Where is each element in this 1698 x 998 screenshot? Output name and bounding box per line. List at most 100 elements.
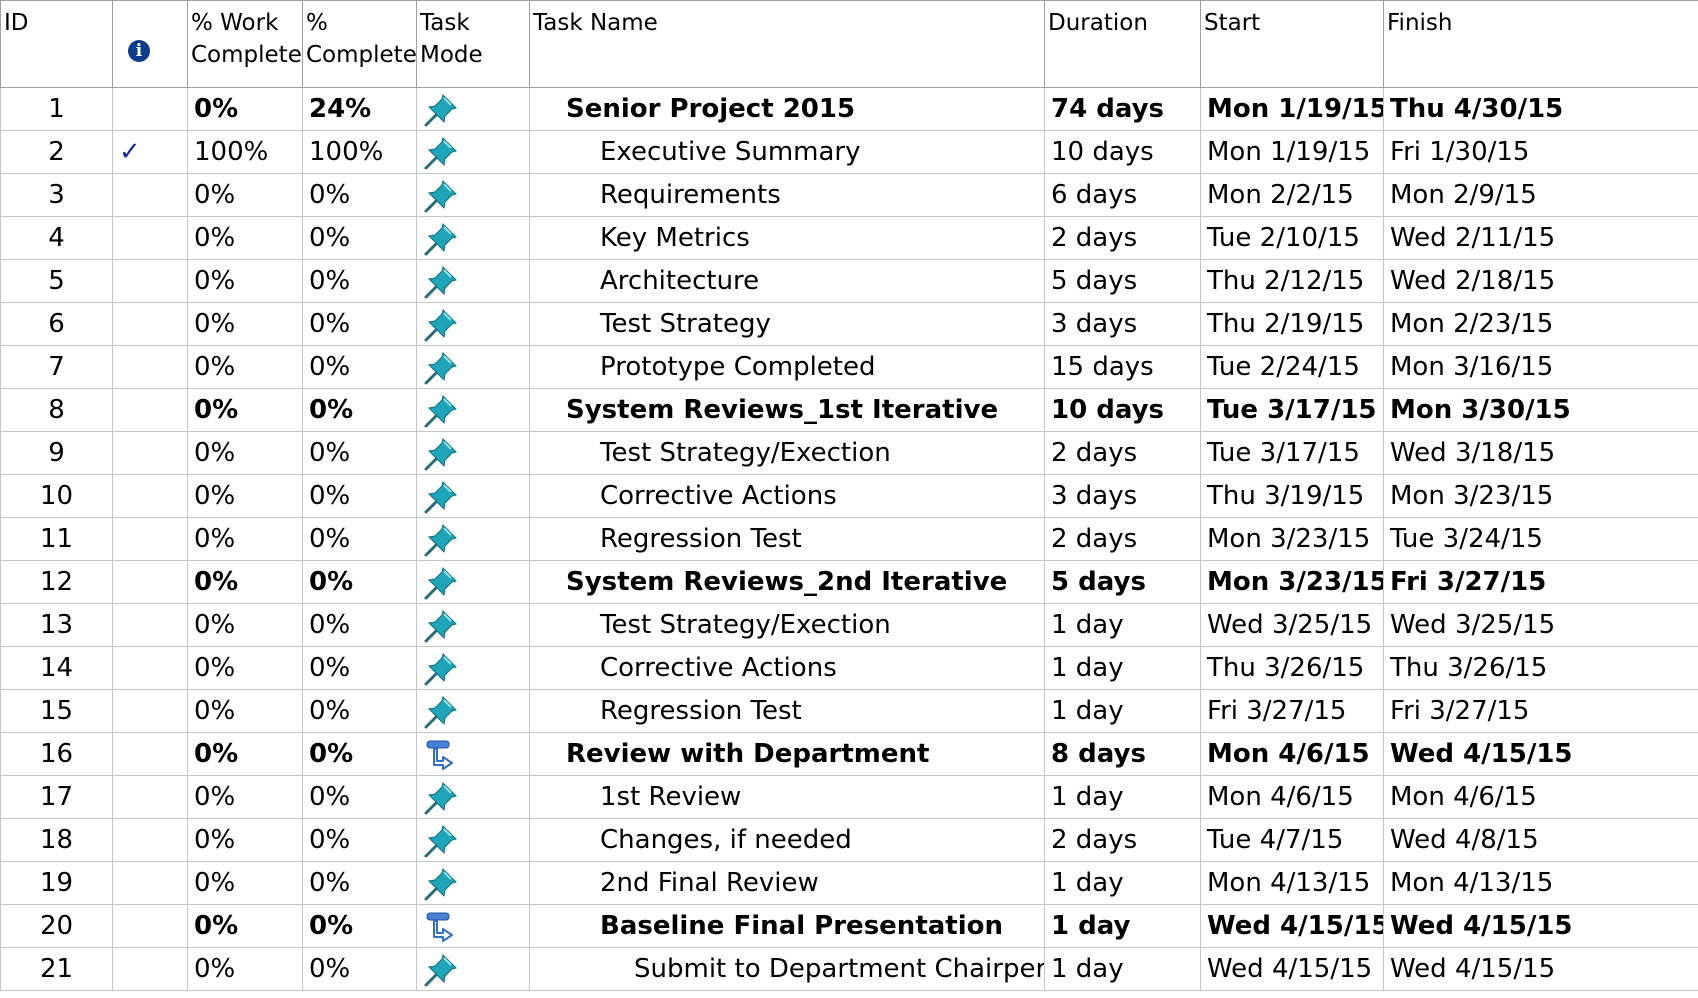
start-cell[interactable]: Tue 2/24/15 xyxy=(1200,345,1384,389)
table-row[interactable]: 2 ✓ 100% 100% Executive Summary 10 days … xyxy=(0,130,1698,174)
work-complete-cell[interactable]: 0% xyxy=(187,474,303,518)
task-mode-cell[interactable] xyxy=(416,603,530,647)
task-name-cell[interactable]: Baseline Final Presentation xyxy=(529,904,1045,948)
start-cell[interactable]: Mon 4/6/15 xyxy=(1200,732,1384,776)
start-cell[interactable]: Mon 1/19/15 xyxy=(1200,130,1384,174)
table-row[interactable]: 7 0% 0% Prototype Completed 15 days Tue … xyxy=(0,345,1698,389)
task-mode-cell[interactable] xyxy=(416,259,530,303)
task-name-cell[interactable]: Test Strategy xyxy=(529,302,1045,346)
column-header-duration[interactable]: Duration xyxy=(1044,0,1201,88)
work-complete-cell[interactable]: 0% xyxy=(187,560,303,604)
duration-cell[interactable]: 2 days xyxy=(1044,216,1201,260)
work-complete-cell[interactable]: 0% xyxy=(187,646,303,690)
duration-cell[interactable]: 1 day xyxy=(1044,904,1201,948)
finish-cell[interactable]: Wed 4/15/15 xyxy=(1383,904,1698,948)
work-complete-cell[interactable]: 0% xyxy=(187,431,303,475)
column-header-complete[interactable]: % Complete xyxy=(302,0,417,88)
duration-cell[interactable]: 3 days xyxy=(1044,474,1201,518)
work-complete-cell[interactable]: 0% xyxy=(187,904,303,948)
percent-complete-cell[interactable]: 0% xyxy=(302,947,417,991)
task-mode-cell[interactable] xyxy=(416,173,530,217)
start-cell[interactable]: Mon 4/13/15 xyxy=(1200,861,1384,905)
duration-cell[interactable]: 2 days xyxy=(1044,818,1201,862)
task-mode-cell[interactable] xyxy=(416,517,530,561)
task-name-cell[interactable]: Regression Test xyxy=(529,517,1045,561)
table-row[interactable]: 18 0% 0% Changes, if needed 2 days Tue 4… xyxy=(0,818,1698,862)
task-name-cell[interactable]: Senior Project 2015 xyxy=(529,87,1045,131)
task-name-cell[interactable]: Architecture xyxy=(529,259,1045,303)
table-row[interactable]: 17 0% 0% 1st Review 1 day Mon 4/6/15 Mon… xyxy=(0,775,1698,819)
percent-complete-cell[interactable]: 0% xyxy=(302,775,417,819)
task-name-cell[interactable]: Changes, if needed xyxy=(529,818,1045,862)
start-cell[interactable]: Thu 3/19/15 xyxy=(1200,474,1384,518)
duration-cell[interactable]: 15 days xyxy=(1044,345,1201,389)
finish-cell[interactable]: Mon 4/13/15 xyxy=(1383,861,1698,905)
percent-complete-cell[interactable]: 0% xyxy=(302,173,417,217)
duration-cell[interactable]: 1 day xyxy=(1044,947,1201,991)
duration-cell[interactable]: 8 days xyxy=(1044,732,1201,776)
duration-cell[interactable]: 1 day xyxy=(1044,646,1201,690)
task-mode-cell[interactable] xyxy=(416,904,530,948)
task-mode-cell[interactable] xyxy=(416,474,530,518)
start-cell[interactable]: Thu 2/19/15 xyxy=(1200,302,1384,346)
start-cell[interactable]: Wed 4/15/15 xyxy=(1200,947,1384,991)
task-mode-cell[interactable] xyxy=(416,388,530,432)
table-row[interactable]: 14 0% 0% Corrective Actions 1 day Thu 3/… xyxy=(0,646,1698,690)
percent-complete-cell[interactable]: 0% xyxy=(302,646,417,690)
duration-cell[interactable]: 6 days xyxy=(1044,173,1201,217)
finish-cell[interactable]: Wed 4/8/15 xyxy=(1383,818,1698,862)
start-cell[interactable]: Tue 3/17/15 xyxy=(1200,388,1384,432)
table-row[interactable]: 15 0% 0% Regression Test 1 day Fri 3/27/… xyxy=(0,689,1698,733)
start-cell[interactable]: Wed 3/25/15 xyxy=(1200,603,1384,647)
start-cell[interactable]: Tue 4/7/15 xyxy=(1200,818,1384,862)
task-mode-cell[interactable] xyxy=(416,560,530,604)
work-complete-cell[interactable]: 0% xyxy=(187,689,303,733)
task-mode-cell[interactable] xyxy=(416,87,530,131)
percent-complete-cell[interactable]: 0% xyxy=(302,560,417,604)
work-complete-cell[interactable]: 0% xyxy=(187,345,303,389)
finish-cell[interactable]: Wed 4/15/15 xyxy=(1383,947,1698,991)
percent-complete-cell[interactable]: 0% xyxy=(302,302,417,346)
duration-cell[interactable]: 1 day xyxy=(1044,775,1201,819)
task-mode-cell[interactable] xyxy=(416,130,530,174)
task-name-cell[interactable]: Corrective Actions xyxy=(529,646,1045,690)
start-cell[interactable]: Mon 1/19/15 xyxy=(1200,87,1384,131)
percent-complete-cell[interactable]: 100% xyxy=(302,130,417,174)
finish-cell[interactable]: Wed 3/25/15 xyxy=(1383,603,1698,647)
task-name-cell[interactable]: Regression Test xyxy=(529,689,1045,733)
percent-complete-cell[interactable]: 0% xyxy=(302,603,417,647)
finish-cell[interactable]: Mon 2/9/15 xyxy=(1383,173,1698,217)
task-mode-cell[interactable] xyxy=(416,775,530,819)
finish-cell[interactable]: Mon 2/23/15 xyxy=(1383,302,1698,346)
finish-cell[interactable]: Fri 3/27/15 xyxy=(1383,689,1698,733)
duration-cell[interactable]: 10 days xyxy=(1044,130,1201,174)
duration-cell[interactable]: 1 day xyxy=(1044,603,1201,647)
percent-complete-cell[interactable]: 0% xyxy=(302,689,417,733)
table-row[interactable]: 4 0% 0% Key Metrics 2 days Tue 2/10/15 W… xyxy=(0,216,1698,260)
task-name-cell[interactable]: Submit to Department Chairperson xyxy=(529,947,1045,991)
duration-cell[interactable]: 1 day xyxy=(1044,689,1201,733)
finish-cell[interactable]: Wed 2/18/15 xyxy=(1383,259,1698,303)
start-cell[interactable]: Mon 4/6/15 xyxy=(1200,775,1384,819)
task-name-cell[interactable]: 1st Review xyxy=(529,775,1045,819)
task-name-cell[interactable]: Review with Department xyxy=(529,732,1045,776)
task-mode-cell[interactable] xyxy=(416,732,530,776)
duration-cell[interactable]: 2 days xyxy=(1044,431,1201,475)
percent-complete-cell[interactable]: 0% xyxy=(302,259,417,303)
task-name-cell[interactable]: Corrective Actions xyxy=(529,474,1045,518)
table-row[interactable]: 11 0% 0% Regression Test 2 days Mon 3/23… xyxy=(0,517,1698,561)
work-complete-cell[interactable]: 0% xyxy=(187,818,303,862)
finish-cell[interactable]: Mon 4/6/15 xyxy=(1383,775,1698,819)
column-header-id[interactable]: ID xyxy=(0,0,113,88)
finish-cell[interactable]: Wed 3/18/15 xyxy=(1383,431,1698,475)
table-row[interactable]: 16 0% 0% Review with Department 8 days M… xyxy=(0,732,1698,776)
percent-complete-cell[interactable]: 0% xyxy=(302,474,417,518)
finish-cell[interactable]: Thu 4/30/15 xyxy=(1383,87,1698,131)
task-name-cell[interactable]: Prototype Completed xyxy=(529,345,1045,389)
table-row[interactable]: 6 0% 0% Test Strategy 3 days Thu 2/19/15… xyxy=(0,302,1698,346)
work-complete-cell[interactable]: 0% xyxy=(187,302,303,346)
work-complete-cell[interactable]: 0% xyxy=(187,216,303,260)
task-name-cell[interactable]: Executive Summary xyxy=(529,130,1045,174)
table-row[interactable]: 3 0% 0% Requirements 6 days Mon 2/2/15 M… xyxy=(0,173,1698,217)
percent-complete-cell[interactable]: 0% xyxy=(302,517,417,561)
